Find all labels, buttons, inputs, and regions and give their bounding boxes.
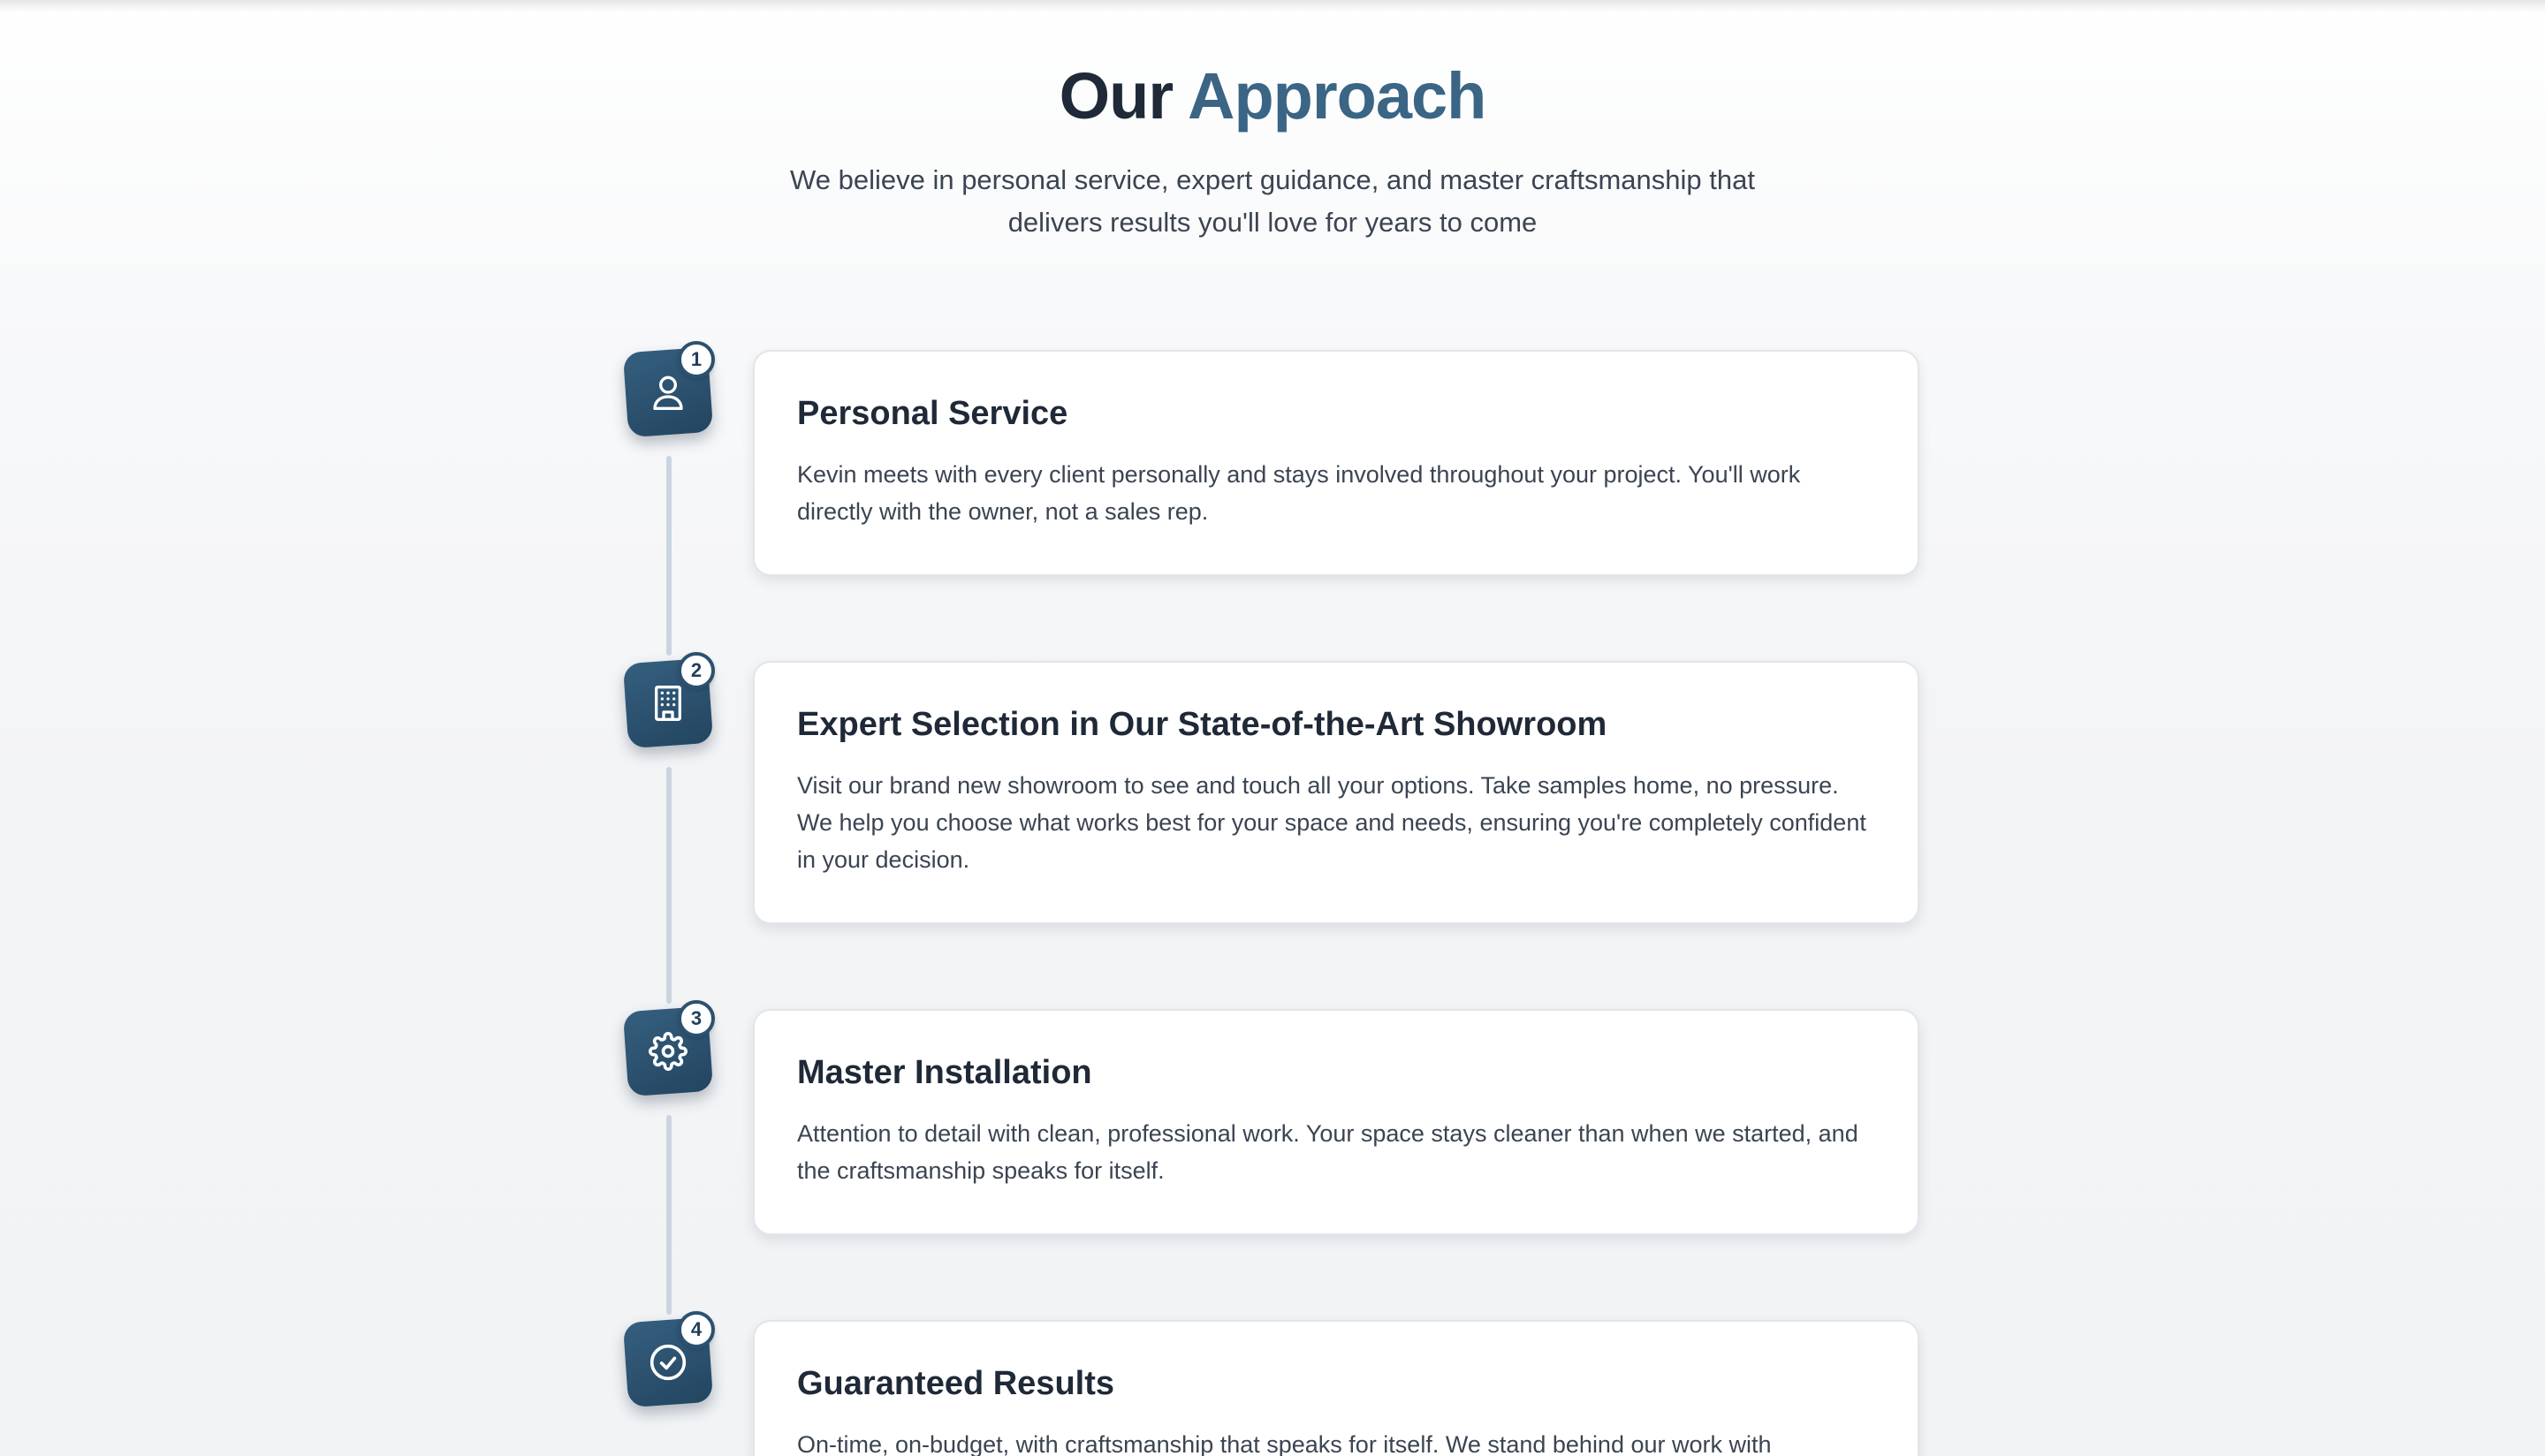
step-number-badge: 3 <box>678 1000 715 1037</box>
header-shadow <box>0 0 2545 12</box>
user-icon <box>653 375 683 410</box>
step-description: Attention to detail with clean, professi… <box>797 1120 1858 1184</box>
timeline-connector <box>666 456 672 656</box>
step-card: Guaranteed Results On-time, on-budget, w… <box>753 1320 1919 1456</box>
step-title: Guaranteed Results <box>797 1365 1114 1402</box>
step-number-badge: 4 <box>678 1311 715 1348</box>
step-card: Expert Selection in Our State-of-the-Art… <box>753 661 1919 924</box>
step-card: Personal Service Kevin meets with every … <box>753 350 1919 576</box>
step-description: On-time, on-budget, with craftsmanship t… <box>797 1431 1772 1456</box>
step-title: Master Installation <box>797 1054 1092 1091</box>
step-number-badge: 1 <box>678 341 715 378</box>
page-title: Our Approach <box>0 57 2545 136</box>
title-part-approach: Approach <box>1188 59 1486 133</box>
gear-icon <box>649 1032 688 1071</box>
step-description: Kevin meets with every client personally… <box>797 461 1801 525</box>
step-description: Visit our brand new showroom to see and … <box>797 772 1866 873</box>
step-card: Master Installation Attention to detail … <box>753 1009 1919 1235</box>
building-icon <box>655 686 681 721</box>
timeline-connector <box>666 767 672 1004</box>
step-title: Personal Service <box>797 395 1068 432</box>
timeline-connector <box>666 1115 672 1315</box>
check-circle-icon <box>650 1344 687 1381</box>
title-part-our: Our <box>1059 59 1174 133</box>
step-title: Expert Selection in Our State-of-the-Art… <box>797 706 1607 743</box>
section-subtitle: We believe in personal service, expert g… <box>790 164 1755 238</box>
step-number-badge: 2 <box>678 652 715 689</box>
